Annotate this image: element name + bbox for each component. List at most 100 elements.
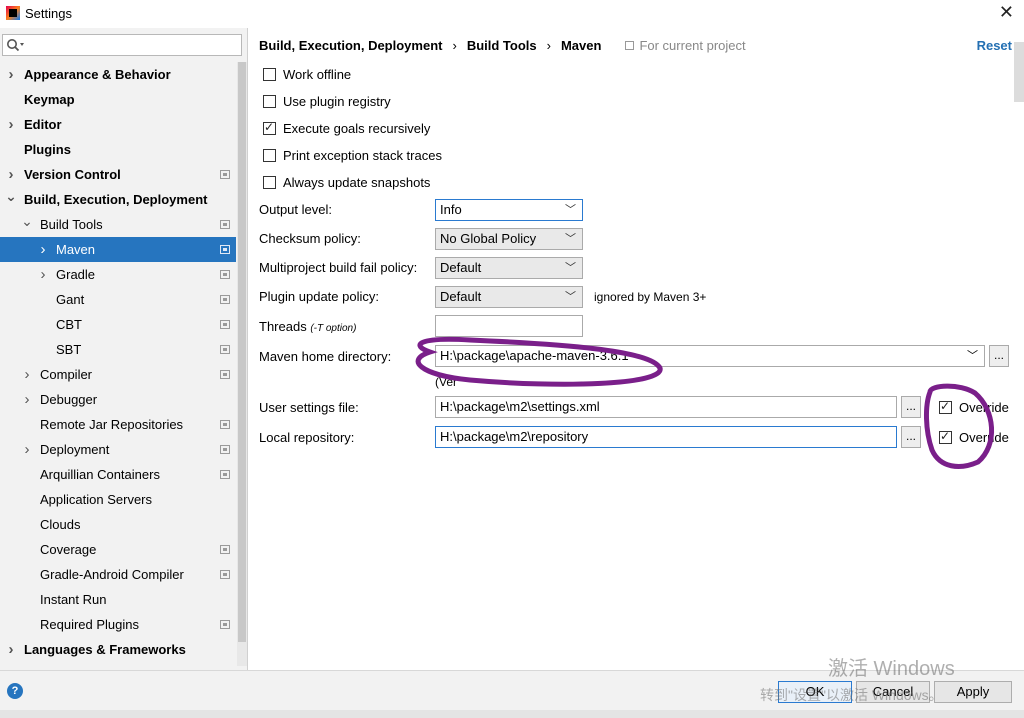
output-level-select[interactable]: Info ﹀ (435, 199, 583, 221)
sidebar-item-label: Arquillian Containers (40, 467, 160, 482)
print-exception-stack-traces-checkbox[interactable]: Print exception stack traces (263, 146, 442, 164)
local-repository-browse-button[interactable]: ... (901, 426, 921, 448)
sidebar-item[interactable]: Application Servers (0, 487, 236, 512)
search-input[interactable] (2, 34, 242, 56)
multiproject-policy-label: Multiproject build fail policy: (259, 260, 418, 275)
threads-label-text: Threads (259, 319, 307, 334)
chevron-down-icon[interactable]: ⌄ (21, 212, 33, 230)
checkbox-box[interactable] (263, 148, 276, 162)
settings-tree: › Appearance & Behavior Keymap › Editor Plugi… (0, 62, 236, 662)
maven-settings-panel: Build, Execution, Deployment › Build Too… (249, 28, 1024, 670)
chevron-right-icon[interactable]: › (21, 362, 33, 387)
checkbox-box[interactable] (939, 429, 952, 444)
checkbox-label: Work offline (283, 66, 352, 82)
maven-home-select[interactable]: H:\package\apache-maven-3.6.1 ﹀ (435, 345, 985, 367)
sidebar-item[interactable]: Clouds (0, 512, 236, 537)
breadcrumb-item: Maven (560, 38, 602, 53)
plugin-update-policy-value: Default (440, 289, 482, 304)
breadcrumb-separator: › (452, 38, 457, 53)
checkbox-box[interactable] (263, 120, 276, 135)
chevron-right-icon[interactable]: › (21, 437, 33, 462)
always-update-snapshots-checkbox[interactable]: Always update snapshots (263, 173, 430, 191)
project-scope-icon (220, 370, 230, 379)
breadcrumb-item: Build, Execution, Deployment (259, 38, 443, 53)
sidebar-item[interactable]: Required Plugins (0, 612, 236, 637)
plugin-update-policy-select[interactable]: Default ﹀ (435, 286, 583, 308)
local-repository-override-checkbox[interactable]: Override (939, 428, 1009, 446)
sidebar-item[interactable]: › Appearance & Behavior (0, 62, 236, 87)
close-icon[interactable]: ✕ (999, 2, 1014, 22)
sidebar-item[interactable]: › Maven (0, 237, 236, 262)
maven-home-browse-button[interactable]: ... (989, 345, 1009, 367)
chevron-down-icon[interactable]: ⌄ (5, 187, 17, 205)
sidebar-item[interactable]: Gant (0, 287, 236, 312)
sidebar-item[interactable]: › Deployment (0, 437, 236, 462)
chevron-right-icon[interactable]: › (5, 62, 17, 87)
sidebar-item[interactable]: › Gradle (0, 262, 236, 287)
multiproject-policy-select[interactable]: Default ﹀ (435, 257, 583, 279)
sidebar-item[interactable]: › Version Control (0, 162, 236, 187)
sidebar-item[interactable]: Keymap (0, 87, 236, 112)
use-plugin-registry-checkbox[interactable]: Use plugin registry (263, 92, 391, 110)
sidebar-item-label: Deployment (40, 442, 110, 457)
sidebar-item-label: Debugger (40, 392, 98, 407)
sidebar-item[interactable]: ⌄ Build, Execution, Deployment (0, 187, 236, 212)
sidebar-item-label: Maven (56, 242, 96, 257)
sidebar-item-label: Remote Jar Repositories (40, 417, 184, 432)
help-icon[interactable]: ? (7, 683, 23, 699)
chevron-down-icon: ﹀ (565, 262, 576, 274)
chevron-right-icon[interactable]: › (37, 237, 49, 262)
threads-label: Threads (-T option) (259, 319, 356, 334)
output-level-value: Info (440, 202, 462, 217)
chevron-right-icon[interactable]: › (21, 387, 33, 412)
chevron-down-icon: ﹀ (565, 233, 576, 245)
scrollbar-thumb[interactable] (238, 62, 246, 642)
override-label: Override (959, 429, 1009, 445)
sidebar-item[interactable]: Remote Jar Repositories (0, 412, 236, 437)
sidebar-item[interactable]: Instant Run (0, 587, 236, 612)
user-settings-value: H:\package\m2\settings.xml (440, 399, 600, 414)
sidebar-item-label: Gant (56, 292, 85, 307)
checkbox-label: Execute goals recursively (283, 120, 431, 136)
chevron-down-icon: ﹀ (565, 204, 576, 216)
panel-scrollbar[interactable] (1014, 42, 1024, 102)
local-repository-input[interactable]: H:\package\m2\repository (435, 426, 897, 448)
checksum-policy-select[interactable]: No Global Policy ﹀ (435, 228, 583, 250)
sidebar-item[interactable]: › Compiler (0, 362, 236, 387)
sidebar-item[interactable]: Coverage (0, 537, 236, 562)
chevron-down-icon: ﹀ (967, 350, 978, 362)
user-settings-input[interactable]: H:\package\m2\settings.xml (435, 396, 897, 418)
project-icon (625, 41, 635, 50)
checkbox-box[interactable] (263, 175, 276, 189)
user-settings-override-checkbox[interactable]: Override (939, 398, 1009, 416)
checkbox-box[interactable] (263, 94, 276, 108)
sidebar-item[interactable]: Plugins (0, 137, 236, 162)
apply-button[interactable]: Apply (934, 681, 1012, 703)
override-label: Override (959, 399, 1009, 415)
checkbox-box[interactable] (263, 67, 276, 81)
sidebar-item[interactable]: Arquillian Containers (0, 462, 236, 487)
user-settings-browse-button[interactable]: ... (901, 396, 921, 418)
sidebar-item[interactable]: › Debugger (0, 387, 236, 412)
work-offline-checkbox[interactable]: Work offline (263, 65, 351, 83)
threads-input[interactable] (435, 315, 583, 337)
sidebar-item-label: Build Tools (40, 217, 103, 232)
project-scope-icon (220, 445, 230, 454)
sidebar-item[interactable]: Gradle-Android Compiler (0, 562, 236, 587)
sidebar-item[interactable]: CBT (0, 312, 236, 337)
checkbox-label: Print exception stack traces (283, 147, 442, 163)
sidebar-item[interactable]: › Editor (0, 112, 236, 137)
execute-goals-recursively-checkbox[interactable]: Execute goals recursively (263, 119, 430, 137)
sidebar-item[interactable]: SBT (0, 337, 236, 362)
breadcrumb-separator: › (546, 38, 551, 53)
chevron-right-icon[interactable]: › (37, 262, 49, 287)
sidebar-scrollbar[interactable] (237, 62, 247, 666)
checkbox-box[interactable] (939, 399, 952, 414)
reset-link[interactable]: Reset (977, 38, 1012, 53)
for-current-project-label: For current project (639, 38, 746, 53)
chevron-right-icon[interactable]: › (5, 162, 17, 187)
sidebar-item[interactable]: › Languages & Frameworks (0, 637, 236, 662)
sidebar-item[interactable]: ⌄ Build Tools (0, 212, 236, 237)
chevron-right-icon[interactable]: › (5, 112, 17, 137)
chevron-right-icon[interactable]: › (5, 637, 17, 662)
